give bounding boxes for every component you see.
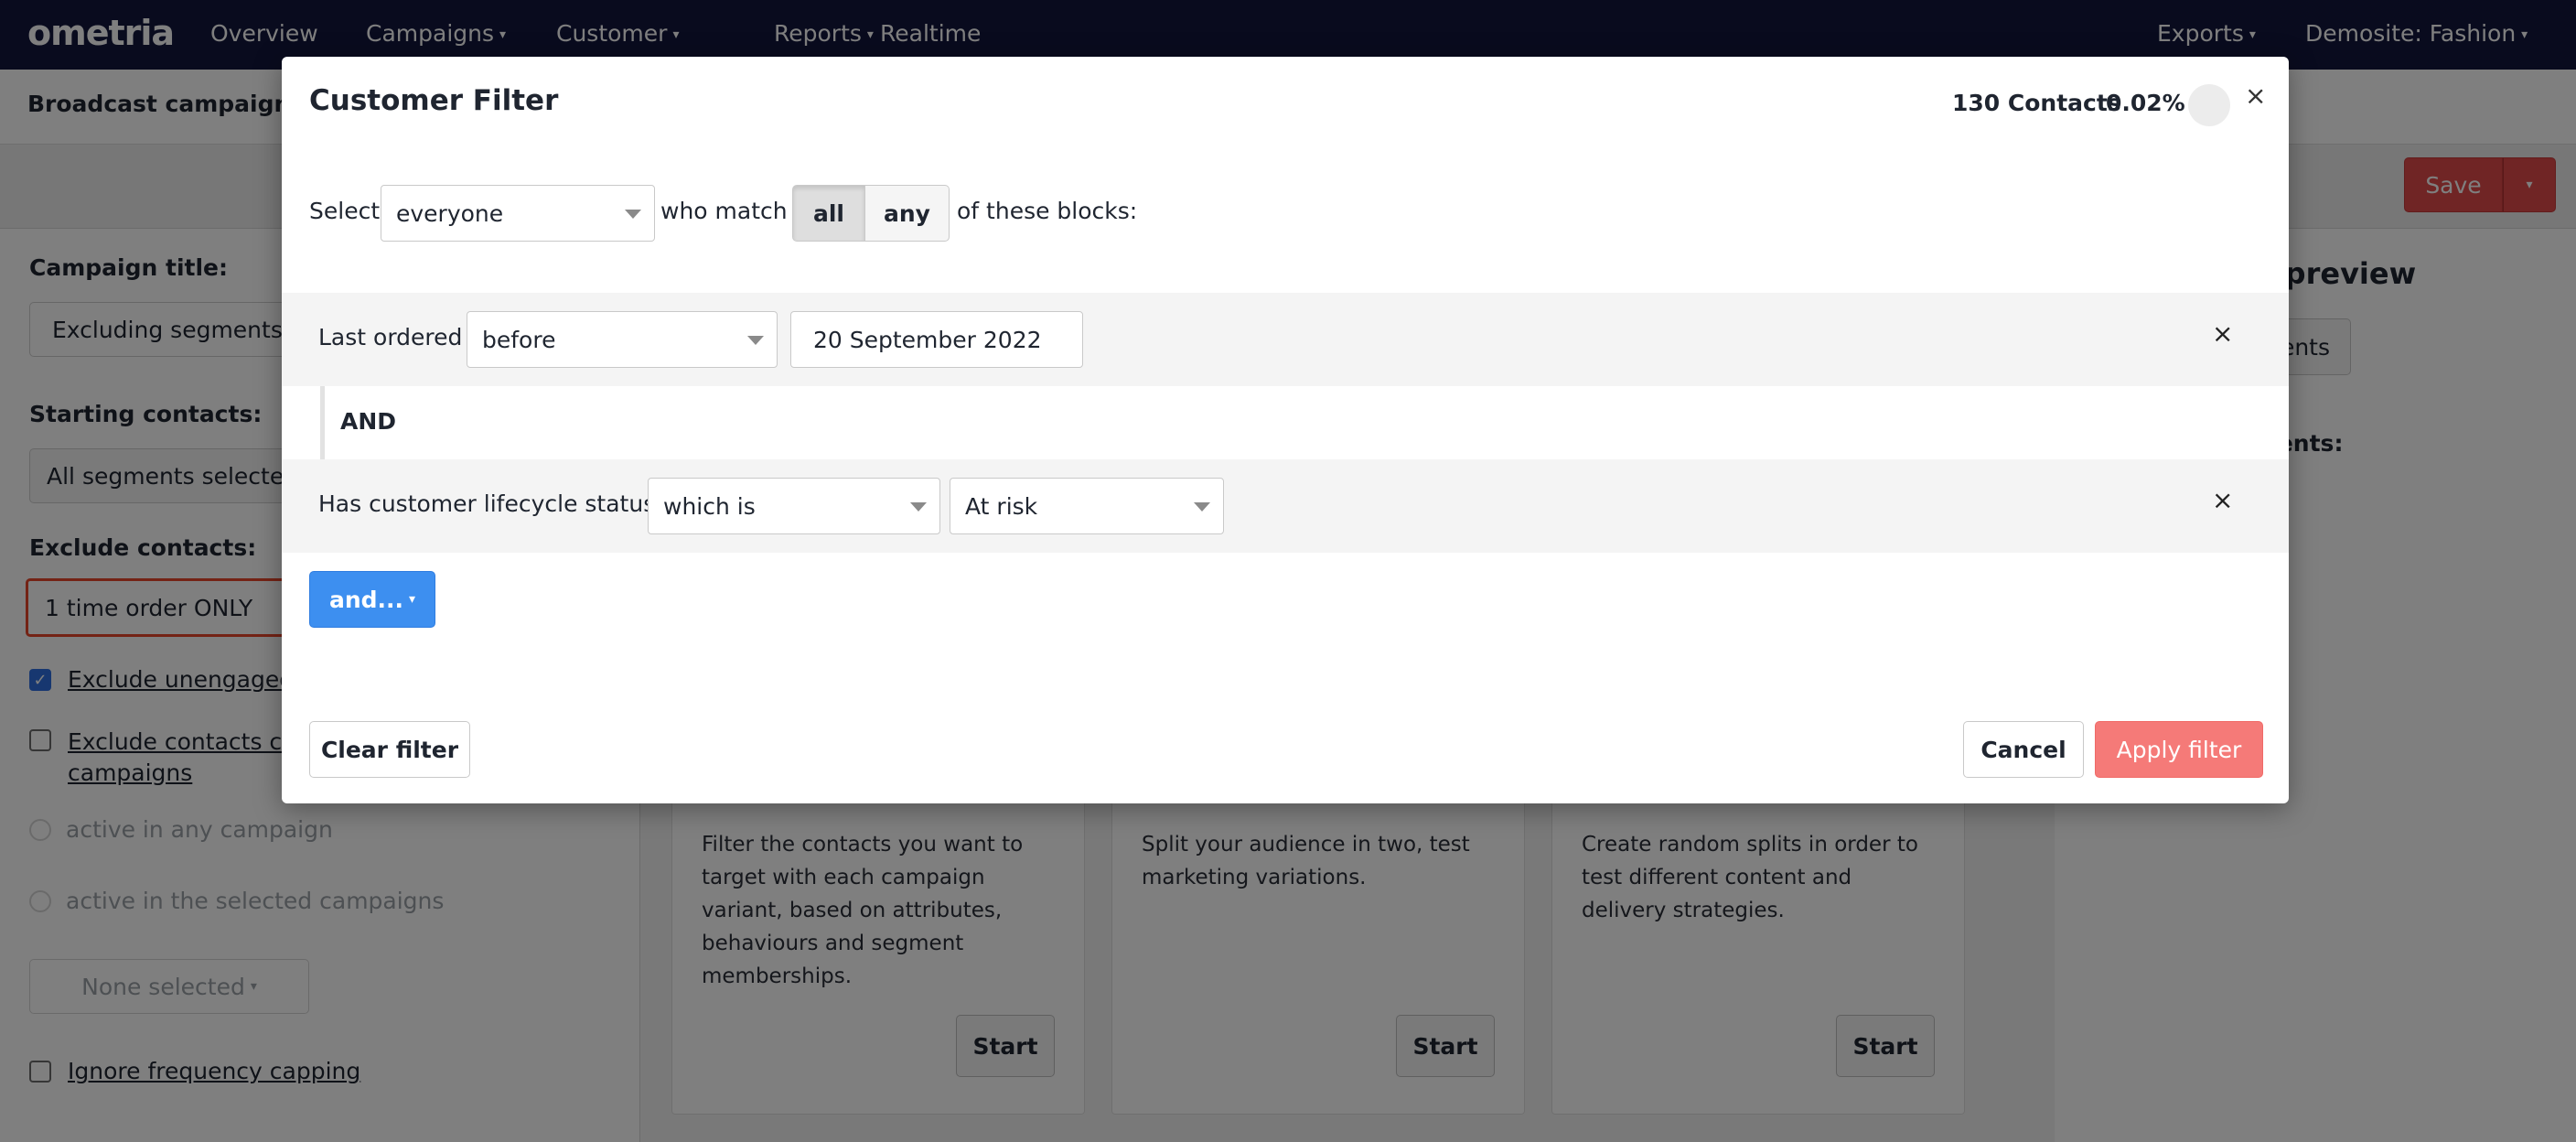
- add-block-button[interactable]: and... ▾: [309, 571, 435, 628]
- contacts-count: 130 Contacts: [1952, 90, 2121, 116]
- select-label: Select: [309, 198, 381, 224]
- audience-select[interactable]: everyone: [381, 185, 655, 242]
- last-ordered-date-input[interactable]: 20 September 2022: [790, 311, 1083, 368]
- customer-filter-modal: Customer Filter 130 Contacts 0.02% × Sel…: [282, 57, 2289, 803]
- of-blocks-label: of these blocks:: [957, 198, 1138, 224]
- close-icon[interactable]: ×: [2245, 81, 2266, 111]
- cancel-button[interactable]: Cancel: [1963, 721, 2084, 778]
- match-any-button[interactable]: any: [865, 185, 950, 242]
- add-block-label: and...: [328, 586, 404, 613]
- match-all-button[interactable]: all: [792, 185, 865, 242]
- contacts-percentage: 0.02%: [2106, 90, 2185, 116]
- last-ordered-operator-select[interactable]: before: [467, 311, 778, 368]
- match-toggle: all any: [792, 185, 950, 242]
- lifecycle-operator-value: which is: [663, 492, 756, 520]
- dropdown-arrow-icon: [1194, 502, 1210, 512]
- and-connector: [320, 386, 2289, 459]
- audience-select-value: everyone: [396, 199, 504, 227]
- last-ordered-operator-value: before: [482, 326, 556, 353]
- clear-filter-button[interactable]: Clear filter: [309, 721, 470, 778]
- chevron-down-icon: ▾: [409, 592, 416, 607]
- lifecycle-value: At risk: [965, 492, 1038, 520]
- close-icon[interactable]: ×: [2212, 485, 2233, 515]
- lifecycle-value-select[interactable]: At risk: [950, 478, 1224, 534]
- last-ordered-label: Last ordered: [318, 324, 463, 350]
- last-ordered-date-value: 20 September 2022: [813, 326, 1042, 353]
- who-match-label: who match: [660, 198, 788, 224]
- dropdown-arrow-icon: [747, 336, 764, 345]
- dropdown-arrow-icon: [910, 502, 927, 512]
- lifecycle-label: Has customer lifecycle status: [318, 490, 656, 517]
- loading-spinner-icon: [2188, 84, 2230, 126]
- close-icon[interactable]: ×: [2212, 318, 2233, 349]
- apply-filter-button[interactable]: Apply filter: [2095, 721, 2263, 778]
- and-connector-label: AND: [340, 408, 397, 435]
- dropdown-arrow-icon: [625, 210, 641, 219]
- lifecycle-operator-select[interactable]: which is: [648, 478, 940, 534]
- modal-title: Customer Filter: [309, 84, 559, 117]
